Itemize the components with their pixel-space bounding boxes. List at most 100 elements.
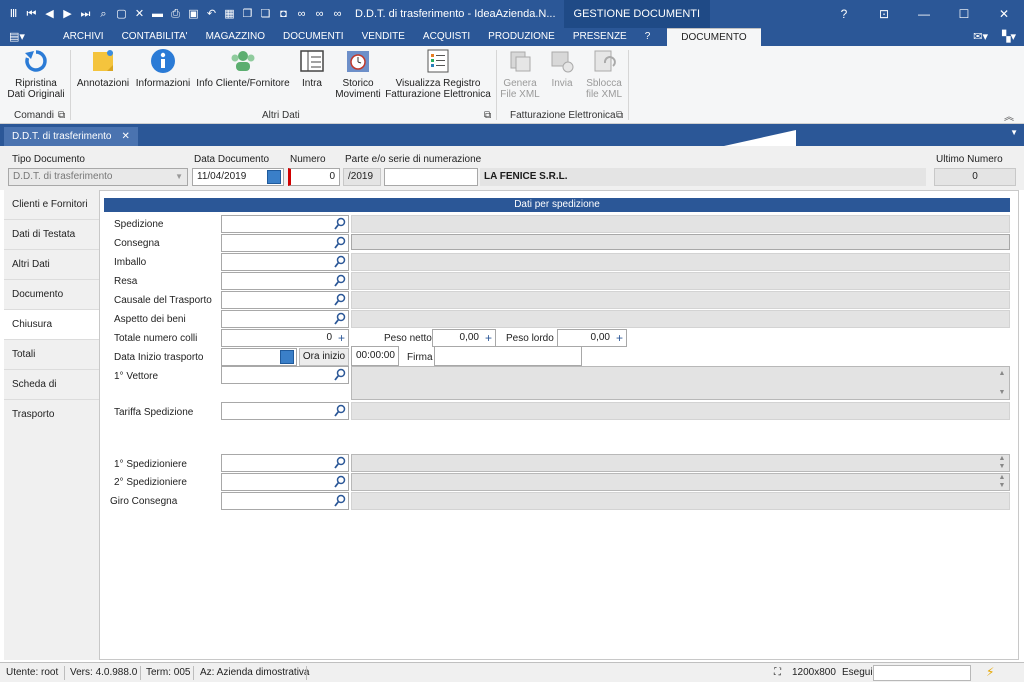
folder-icon[interactable]: ▬: [150, 7, 165, 22]
ripristina-button[interactable]: Ripristina Dati Originali: [6, 48, 66, 100]
binoculars-prev-icon[interactable]: ∞: [330, 7, 345, 22]
help-button[interactable]: ?: [824, 0, 864, 28]
visualizza-registro-button[interactable]: Visualizza Registro Fatturazione Elettro…: [385, 48, 491, 100]
search-icon[interactable]: [334, 255, 346, 269]
undo-icon[interactable]: ↶: [204, 7, 219, 22]
search-icon[interactable]: [334, 494, 346, 508]
mail-icon[interactable]: ✉▾: [973, 28, 988, 46]
annotazioni-button[interactable]: Annotazioni: [76, 48, 130, 89]
search-icon[interactable]: [334, 475, 346, 489]
maximize-button[interactable]: ☐: [944, 0, 984, 28]
menu-tab-acquisti[interactable]: ACQUISTI: [414, 28, 479, 46]
search-icon[interactable]: [334, 293, 346, 307]
save-icon[interactable]: ▣: [186, 7, 201, 22]
data-documento-input[interactable]: 11/04/2019: [192, 168, 284, 186]
app-menu-icon[interactable]: ▤▾: [0, 28, 34, 46]
menu-tab-documenti[interactable]: DOCUMENTI: [274, 28, 353, 46]
document-tab[interactable]: D.D.T. di trasferimento ✕: [4, 127, 138, 146]
ora-inizio-input[interactable]: 00:00:00: [351, 346, 399, 366]
numero-input[interactable]: 0: [288, 168, 340, 186]
plus-icon[interactable]: +: [338, 330, 345, 346]
menu-tab-produzione[interactable]: PRODUZIONE: [479, 28, 564, 46]
binoculars-icon[interactable]: ∞: [294, 7, 309, 22]
sblocca-xml-button[interactable]: Sblocca file XML: [584, 48, 624, 100]
plus-icon[interactable]: +: [485, 330, 492, 346]
aspetto-beni-input[interactable]: [221, 310, 349, 328]
giro-consegna-input[interactable]: [221, 492, 349, 510]
scroll-down-icon[interactable]: ▼: [997, 389, 1007, 397]
intra-button[interactable]: Intra: [294, 48, 330, 89]
data-inizio-input[interactable]: [221, 348, 297, 366]
search-icon[interactable]: [334, 274, 346, 288]
spedizioniere2-input[interactable]: [221, 473, 349, 491]
peso-lordo-input[interactable]: 0,00 +: [557, 329, 627, 347]
menu-tab-contabilita[interactable]: CONTABILITA': [113, 28, 197, 46]
calendar-icon[interactable]: [280, 350, 294, 364]
menu-tab-magazzino[interactable]: MAGAZZINO: [197, 28, 274, 46]
search-icon[interactable]: [334, 404, 346, 418]
tipo-documento-select[interactable]: D.D.T. di trasferimento ▼: [8, 168, 188, 186]
vettore-input[interactable]: [221, 366, 349, 384]
informazioni-button[interactable]: Informazioni: [135, 48, 191, 89]
spedizioniere1-input[interactable]: [221, 454, 349, 472]
stop-icon[interactable]: ◘: [276, 7, 291, 22]
info-cliente-button[interactable]: Info Cliente/Fornitore: [196, 48, 290, 89]
restore-layout-icon[interactable]: ⊡: [864, 0, 904, 28]
plus-icon[interactable]: +: [616, 330, 623, 346]
tariffa-spedizione-input[interactable]: [221, 402, 349, 420]
search-icon[interactable]: [334, 368, 346, 382]
last-record-icon[interactable]: ⏭: [78, 7, 93, 22]
menu-tab-help[interactable]: ?: [636, 28, 660, 46]
fattura-launcher-icon[interactable]: ⧉: [616, 110, 623, 121]
copy-icon[interactable]: ❐: [240, 7, 255, 22]
nav-item-scheda-trasporto[interactable]: Scheda di Trasporto: [4, 370, 99, 420]
nav-item-altri-dati[interactable]: Altri Dati: [4, 250, 99, 280]
genera-xml-button[interactable]: Genera File XML: [500, 48, 540, 100]
minimize-button[interactable]: —: [904, 0, 944, 28]
search-icon[interactable]: [334, 236, 346, 250]
search-icon[interactable]: ⌕: [96, 7, 111, 22]
scroll-up-icon[interactable]: ▲: [997, 455, 1007, 463]
next-record-icon[interactable]: ▶: [60, 7, 75, 22]
imballo-input[interactable]: [221, 253, 349, 271]
app-logo-icon[interactable]: Ⅲ: [6, 7, 21, 22]
comandi-launcher-icon[interactable]: ⧉: [58, 110, 65, 121]
esegui-input[interactable]: [873, 665, 971, 681]
paste-icon[interactable]: ❏: [258, 7, 273, 22]
layout-icon[interactable]: ▚▾: [1002, 28, 1016, 46]
menu-tab-presenze[interactable]: PRESENZE: [564, 28, 636, 46]
close-tab-icon[interactable]: ✕: [121, 127, 129, 146]
firma-input[interactable]: [434, 346, 582, 366]
menu-tab-vendite[interactable]: VENDITE: [353, 28, 414, 46]
new-document-icon[interactable]: ▢: [114, 7, 129, 22]
resolution-icon[interactable]: ⛶: [774, 663, 781, 682]
lightning-icon[interactable]: ⚡: [986, 663, 994, 682]
resa-input[interactable]: [221, 272, 349, 290]
causale-trasporto-input[interactable]: [221, 291, 349, 309]
nav-item-chiusura[interactable]: Chiusura: [4, 310, 99, 340]
nav-item-totali[interactable]: Totali: [4, 340, 99, 370]
peso-netto-input[interactable]: 0,00 +: [432, 329, 496, 347]
scroll-down-icon[interactable]: ▼: [997, 463, 1007, 471]
close-button[interactable]: ✕: [984, 0, 1024, 28]
spedizione-input[interactable]: [221, 215, 349, 233]
nav-item-clienti-fornitori[interactable]: Clienti e Fornitori: [4, 190, 99, 220]
calculator-icon[interactable]: ▦: [222, 7, 237, 22]
menu-tab-documento[interactable]: DOCUMENTO: [667, 28, 761, 46]
scroll-up-icon[interactable]: ▲: [997, 474, 1007, 482]
first-record-icon[interactable]: ⏮: [24, 7, 39, 22]
prev-record-icon[interactable]: ◀: [42, 7, 57, 22]
parte-serie-input[interactable]: [384, 168, 478, 186]
calendar-icon[interactable]: [267, 170, 281, 184]
altri-launcher-icon[interactable]: ⧉: [484, 110, 491, 121]
collapse-ribbon-icon[interactable]: ︽: [1004, 108, 1014, 123]
totale-colli-input[interactable]: 0 +: [221, 329, 349, 347]
search-icon[interactable]: [334, 217, 346, 231]
search-icon[interactable]: [334, 312, 346, 326]
tab-dropdown-icon[interactable]: ▼: [1010, 128, 1018, 137]
print-icon[interactable]: ⎙: [168, 7, 183, 22]
storico-movimenti-button[interactable]: Storico Movimenti: [334, 48, 382, 100]
scroll-up-icon[interactable]: ▲: [997, 370, 1007, 378]
consegna-input[interactable]: [221, 234, 349, 252]
nav-item-documento[interactable]: Documento: [4, 280, 99, 310]
